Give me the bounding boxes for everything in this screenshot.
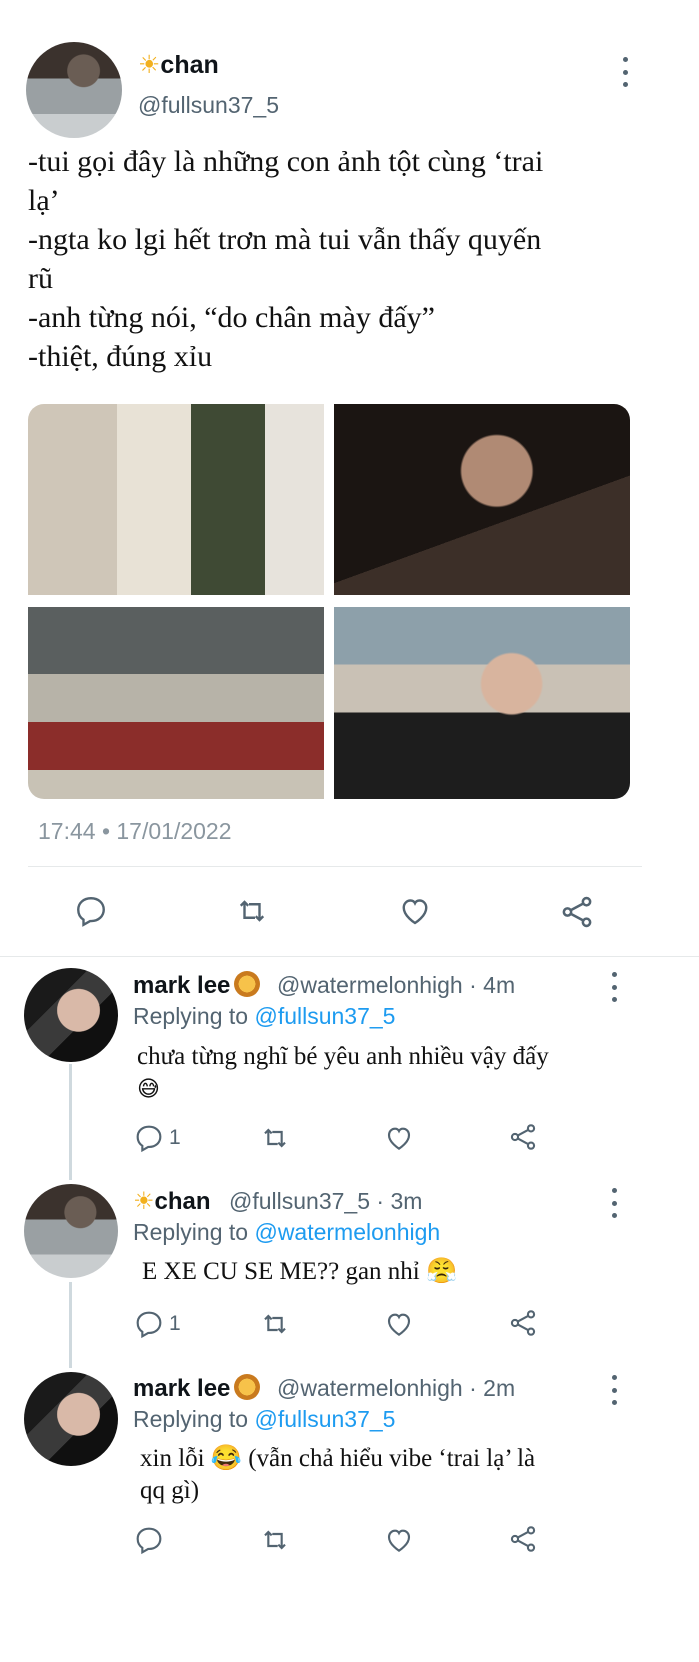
tweet-line: -thiệt, đúng xỉu [28,340,213,373]
retweet-button[interactable] [258,1524,292,1556]
divider [0,956,699,957]
reply-button[interactable]: 1 [133,1308,181,1340]
reply-author-name[interactable]: mark lee [133,971,261,1000]
replying-to: Replying to @fullsun37_5 [133,1406,396,1432]
author-name[interactable]: ☀chan [138,50,219,80]
more-icon[interactable] [608,972,620,1002]
tweet-photo-1[interactable] [28,404,324,595]
reply-handle-meta[interactable]: @watermelonhigh · 4m [277,972,515,999]
reply-count: 1 [169,1312,181,1335]
retweet-button[interactable] [258,1308,292,1340]
more-icon[interactable] [619,57,631,87]
share-icon [510,1124,536,1150]
reply-text: xin lỗi 😂 (vẫn chả hiểu vibe ‘trai lạ’ l… [140,1445,536,1504]
retweet-icon [239,900,265,922]
share-icon [562,896,592,928]
reply-icon [77,897,105,927]
replying-to: Replying to @watermelonhigh [133,1219,441,1245]
retweet-icon [264,1314,286,1334]
reply-author-name[interactable]: mark lee [133,1374,261,1403]
more-icon[interactable] [608,1375,620,1405]
thread-line [69,1282,72,1368]
sun-icon: ☀ [138,50,161,79]
author-handle[interactable]: @fullsun37_5 [138,92,279,119]
reply-avatar[interactable] [24,1184,118,1278]
tweet-line: -ngta ko lgi hết trơn mà tui vẫn thấy qu… [28,223,542,256]
lion-icon [234,1374,261,1400]
replying-to: Replying to @fullsun37_5 [133,1003,396,1029]
tweet-line: -anh từng nói, “do chân mày đấy” [28,301,435,334]
replying-to-link[interactable]: @watermelonhigh [254,1219,440,1245]
like-button[interactable] [382,1308,416,1340]
like-button[interactable] [382,1122,416,1154]
reply-author-name[interactable]: ☀chan [133,1187,211,1216]
tweet-photo-3[interactable] [28,607,324,799]
tweet-line: rũ [28,262,53,295]
reply-handle-meta[interactable]: @watermelonhigh · 2m [277,1375,515,1402]
reply-avatar[interactable] [24,1372,118,1466]
tweet-line: -tui gọi đây là những con ảnh tột cùng ‘… [28,145,544,178]
share-button[interactable] [507,1306,539,1340]
share-button[interactable] [558,893,596,931]
reply-text: E XE CU SE ME?? gan nhỉ 😤 [142,1258,458,1285]
tweet-photo-2[interactable] [334,404,630,595]
retweet-button[interactable] [258,1122,292,1154]
reply-icon [136,1125,162,1153]
reply-button[interactable]: 1 [133,1122,181,1154]
reply-button[interactable] [73,893,109,929]
retweet-icon [264,1530,286,1550]
retweet-button[interactable] [232,893,272,929]
reply-button[interactable] [133,1524,169,1556]
like-icon [387,1127,411,1150]
tweet-line: lạ’ [28,184,60,217]
tweet-timestamp: 17:44 • 17/01/2022 [38,818,232,844]
reply-count: 1 [169,1126,181,1149]
share-icon [510,1526,536,1552]
reply-avatar[interactable] [24,968,118,1062]
more-icon[interactable] [608,1188,620,1218]
author-avatar[interactable] [26,42,122,138]
share-icon [510,1310,536,1336]
share-button[interactable] [507,1120,539,1154]
tweet-photo-4[interactable] [334,607,630,799]
lion-icon [234,971,261,997]
like-icon [387,1529,411,1552]
sun-icon: ☀ [133,1187,155,1215]
reply-text: chưa từng nghĩ bé yêu anh nhiều vậy đấy … [137,1043,549,1102]
replying-to-link[interactable]: @fullsun37_5 [254,1003,395,1029]
reply-icon [136,1311,162,1339]
retweet-icon [264,1128,286,1148]
reply-handle-meta[interactable]: @fullsun37_5 · 3m [229,1188,422,1215]
thread-line [69,1064,72,1180]
share-button[interactable] [507,1522,539,1556]
like-icon [387,1313,411,1336]
like-button[interactable] [396,893,434,929]
tweet-text: -tui gọi đây là những con ảnh tột cùng ‘… [28,142,668,376]
reply-icon [136,1527,162,1555]
divider [28,866,642,867]
like-button[interactable] [382,1524,416,1556]
like-icon [402,899,428,925]
replying-to-link[interactable]: @fullsun37_5 [254,1406,395,1432]
